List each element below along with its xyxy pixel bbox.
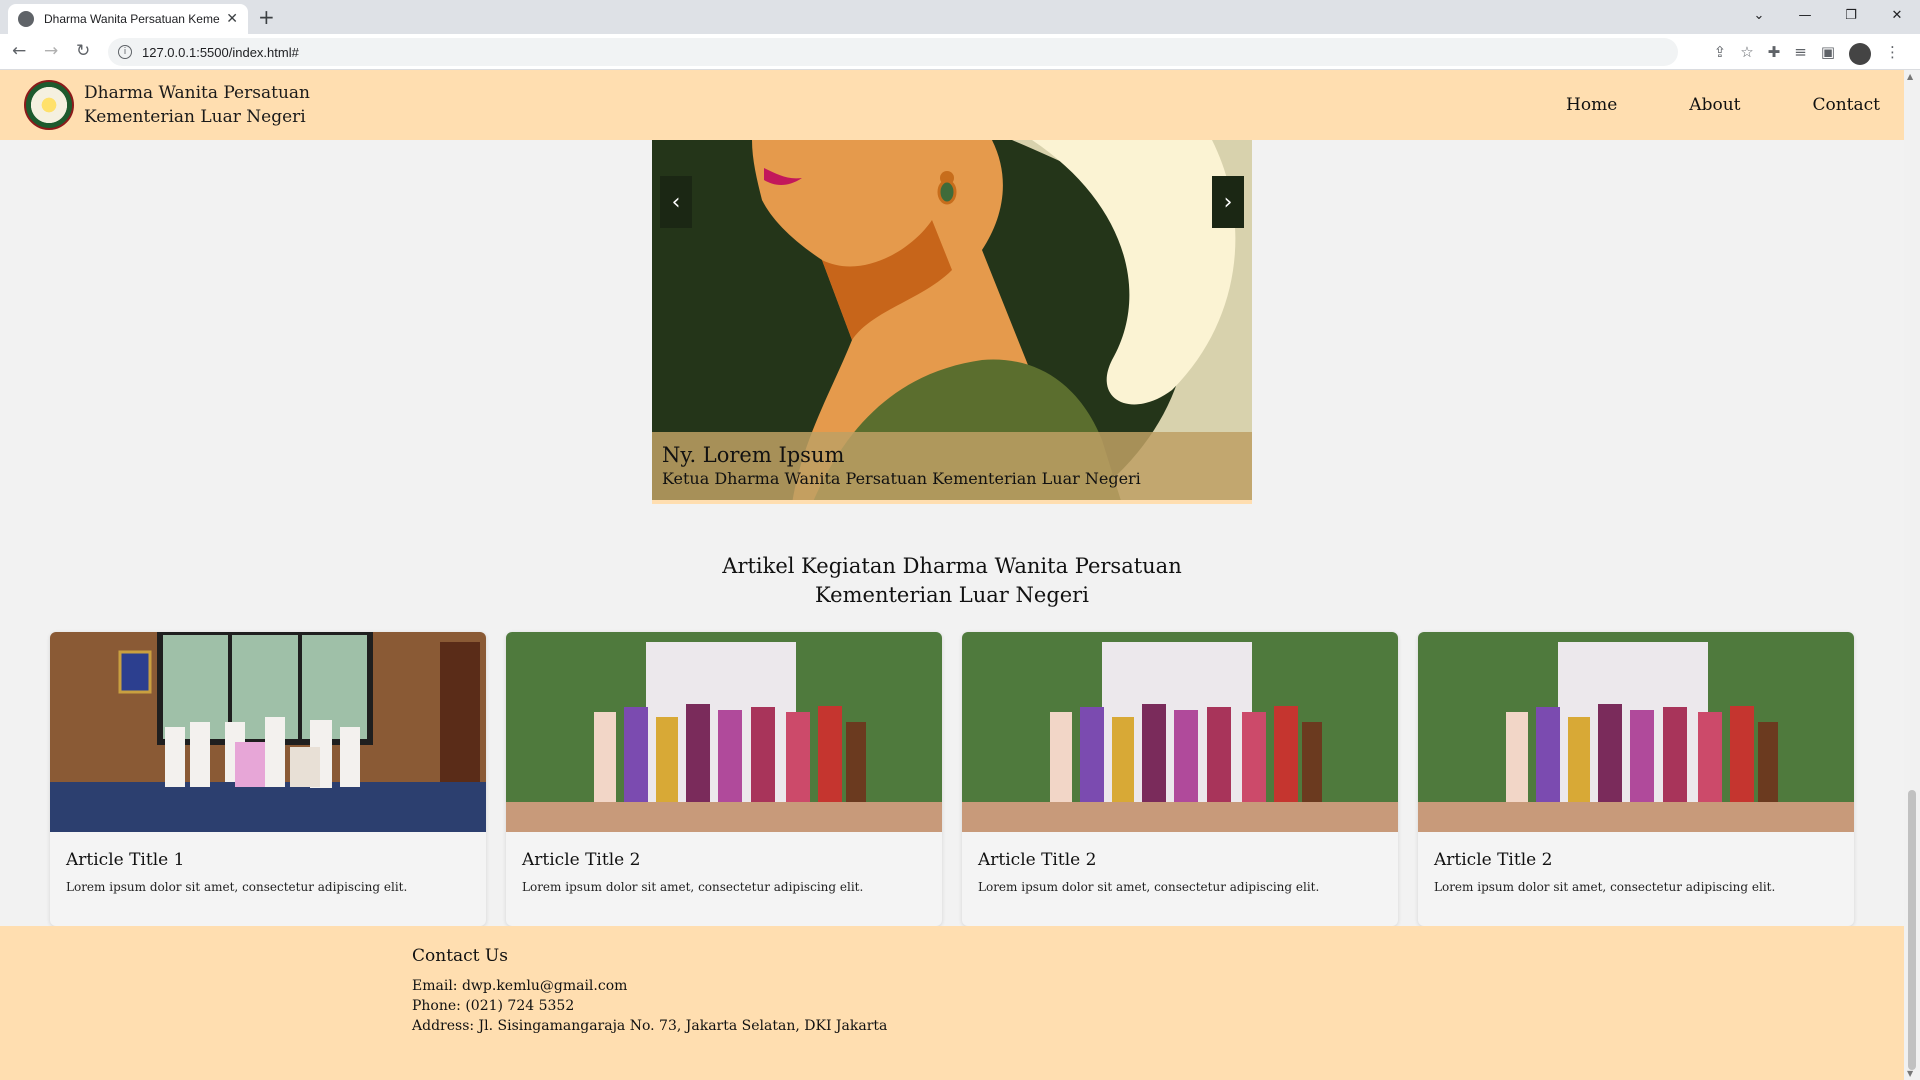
globe-icon	[18, 11, 34, 27]
article-title[interactable]: Article Title 1	[66, 850, 470, 870]
article-photo[interactable]	[50, 632, 486, 832]
tab-search-icon[interactable]: ⌄	[1736, 0, 1782, 30]
article-photo[interactable]	[1418, 632, 1854, 832]
profile-avatar[interactable]	[1849, 43, 1871, 65]
toolbar-icons: ⇪ ☆ ✚ ≡ ▣ ⋮	[1714, 43, 1900, 65]
article-excerpt: Lorem ipsum dolor sit amet, consectetur …	[522, 880, 864, 894]
browser-toolbar: ← → ↻ i 127.0.0.1:5500/index.html#	[0, 34, 1920, 70]
nav-contact[interactable]: Contact	[1812, 95, 1880, 115]
menu-icon[interactable]: ⋮	[1885, 43, 1900, 65]
window-controls: ⌄ — ❐ ✕	[1736, 0, 1920, 30]
address-url[interactable]: 127.0.0.1:5500/index.html#	[142, 45, 299, 60]
article-title[interactable]: Article Title 2	[978, 850, 1382, 870]
forward-icon[interactable]: →	[44, 41, 58, 61]
articles-heading-line-1: Artikel Kegiatan Dharma Wanita Persatuan	[722, 554, 1182, 578]
article-body: Article Title 2 Lorem ipsum dolor sit am…	[1418, 832, 1854, 912]
browser-tab[interactable]: Dharma Wanita Persatuan Kemen ✕	[8, 4, 248, 34]
articles-heading: Artikel Kegiatan Dharma Wanita Persatuan…	[652, 552, 1252, 610]
window-close-icon[interactable]: ✕	[1874, 0, 1920, 30]
share-icon[interactable]: ⇪	[1714, 43, 1727, 65]
article-excerpt: Lorem ipsum dolor sit amet, consectetur …	[1434, 880, 1776, 894]
caption-name: Ny. Lorem Ipsum	[662, 443, 845, 467]
carousel-prev-button[interactable]: ‹	[660, 176, 692, 228]
articles-heading-line-2: Kementerian Luar Negeri	[815, 583, 1089, 607]
site-brand[interactable]: Dharma Wanita Persatuan Kementerian Luar…	[84, 81, 310, 129]
back-icon[interactable]: ←	[12, 41, 26, 61]
carousel-caption: Ny. Lorem Ipsum Ketua Dharma Wanita Pers…	[652, 432, 1252, 504]
article-card[interactable]: Article Title 2 Lorem ipsum dolor sit am…	[1418, 632, 1854, 926]
article-card[interactable]: Article Title 2 Lorem ipsum dolor sit am…	[962, 632, 1398, 926]
contact-section: Contact Us Email: dwp.kemlu@gmail.com Ph…	[412, 946, 887, 1036]
page-scrollbar[interactable]: ▲ ▼	[1904, 70, 1920, 1080]
contact-email[interactable]: Email: dwp.kemlu@gmail.com	[412, 976, 887, 996]
site-footer: Contact Us Email: dwp.kemlu@gmail.com Ph…	[0, 926, 1904, 1080]
article-card[interactable]: Article Title 1 Lorem ipsum dolor sit am…	[50, 632, 486, 926]
nav-about[interactable]: About	[1689, 95, 1740, 115]
contact-heading: Contact Us	[412, 946, 508, 966]
article-title[interactable]: Article Title 2	[1434, 850, 1838, 870]
browser-tabstrip: Dharma Wanita Persatuan Kemen ✕ + ⌄ — ❐ …	[0, 0, 1920, 34]
site-logo[interactable]	[24, 80, 74, 130]
close-icon[interactable]: ✕	[226, 11, 238, 27]
main-nav: Home About Contact	[1566, 70, 1880, 140]
article-photo[interactable]	[506, 632, 942, 832]
article-title[interactable]: Article Title 2	[522, 850, 926, 870]
scroll-up-icon[interactable]: ▲	[1907, 72, 1913, 81]
reading-list-icon[interactable]: ≡	[1794, 43, 1807, 65]
article-photo[interactable]	[962, 632, 1398, 832]
article-card[interactable]: Article Title 2 Lorem ipsum dolor sit am…	[506, 632, 942, 926]
contact-address: Address: Jl. Sisingamangaraja No. 73, Ja…	[412, 1018, 888, 1034]
restore-icon[interactable]: ❐	[1828, 0, 1874, 30]
article-body: Article Title 2 Lorem ipsum dolor sit am…	[962, 832, 1398, 912]
caption-role: Ketua Dharma Wanita Persatuan Kementeria…	[662, 469, 1141, 488]
new-tab-icon[interactable]: +	[258, 5, 275, 29]
brand-line-2: Kementerian Luar Negeri	[84, 107, 306, 127]
address-bar[interactable]: i 127.0.0.1:5500/index.html#	[108, 38, 1678, 66]
nav-home[interactable]: Home	[1566, 95, 1617, 115]
article-body: Article Title 2 Lorem ipsum dolor sit am…	[506, 832, 942, 912]
extensions-icon[interactable]: ✚	[1768, 43, 1781, 65]
chevron-right-icon: ›	[1223, 189, 1233, 215]
contact-phone[interactable]: Phone: (021) 724 5352	[412, 996, 887, 1016]
minimize-icon[interactable]: —	[1782, 0, 1828, 30]
bookmark-star-icon[interactable]: ☆	[1740, 43, 1753, 65]
scrollbar-thumb[interactable]	[1908, 790, 1916, 1070]
carousel-next-button[interactable]: ›	[1212, 176, 1244, 228]
hero-carousel: ‹ › Ny. Lorem Ipsum Ketua Dharma Wanita …	[652, 140, 1252, 504]
chevron-left-icon: ‹	[671, 189, 681, 215]
site-info-icon[interactable]: i	[118, 45, 132, 59]
article-excerpt: Lorem ipsum dolor sit amet, consectetur …	[978, 880, 1320, 894]
article-excerpt: Lorem ipsum dolor sit amet, consectetur …	[66, 880, 408, 894]
reload-icon[interactable]: ↻	[76, 41, 90, 61]
site-header: Dharma Wanita Persatuan Kementerian Luar…	[0, 70, 1904, 140]
scroll-down-icon[interactable]: ▼	[1907, 1069, 1913, 1078]
brand-line-1: Dharma Wanita Persatuan	[84, 83, 310, 103]
article-body: Article Title 1 Lorem ipsum dolor sit am…	[50, 832, 486, 912]
side-panel-icon[interactable]: ▣	[1821, 43, 1835, 65]
tab-title: Dharma Wanita Persatuan Kemen	[44, 12, 221, 26]
article-list: Article Title 1 Lorem ipsum dolor sit am…	[50, 632, 1854, 926]
